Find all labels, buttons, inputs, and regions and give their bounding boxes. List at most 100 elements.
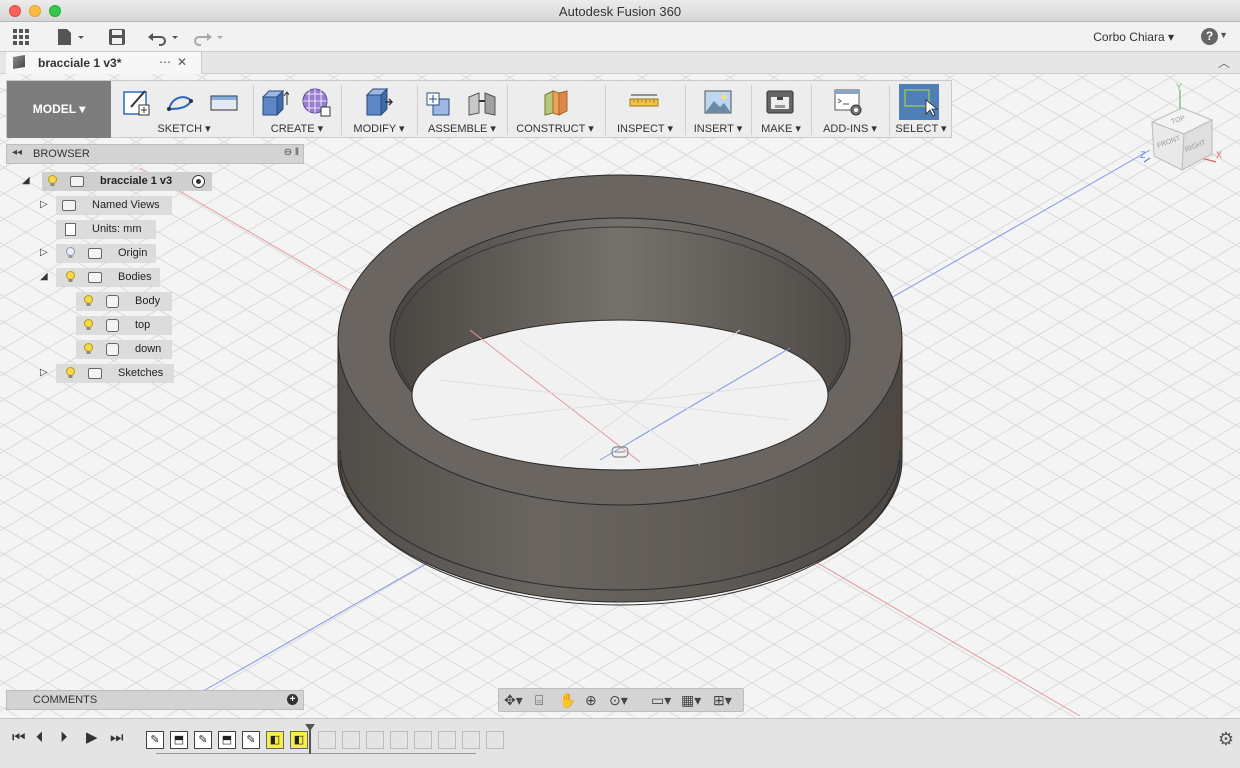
new-component-icon[interactable] [425,87,455,117]
bodies-expand-icon[interactable]: ◢ [40,271,48,282]
select-group-label[interactable]: SELECT ▾ [891,122,951,135]
offset-plane-icon[interactable] [541,87,571,117]
visibility-bulb-icon[interactable] [84,319,93,331]
modify-group-label[interactable]: MODIFY ▾ [343,122,415,135]
sketch-group-label[interactable]: SKETCH ▾ [117,122,251,135]
press-pull-icon[interactable] [363,87,393,117]
comments-panel-header[interactable]: COMMENTS + [6,690,304,710]
insert-image-icon[interactable] [703,87,733,117]
create-group[interactable]: CREATE ▾ [255,81,339,138]
timeline-future-feature[interactable] [318,731,336,749]
timeline-future-feature[interactable] [366,731,384,749]
assemble-group-label[interactable]: ASSEMBLE ▾ [419,122,505,135]
timeline-previous-icon[interactable]: ⏴ [36,729,44,747]
add-comment-icon[interactable]: + [287,694,298,705]
browser-body-item[interactable]: top [76,316,172,335]
visibility-bulb-icon[interactable] [48,175,57,187]
timeline-next-icon[interactable]: ▶ [86,729,98,747]
browser-sketches[interactable]: Sketches [56,364,174,383]
make-group[interactable]: MAKE ▾ [753,81,809,138]
timeline-feature-extrude[interactable]: ⬒ [170,731,188,749]
document-tab[interactable]: bracciale 1 v3* ⋯✕ [6,52,202,74]
modify-group[interactable]: MODIFY ▾ [343,81,415,138]
timeline-future-feature[interactable] [486,731,504,749]
redo-icon[interactable] [191,28,225,46]
inspect-group-label[interactable]: INSPECT ▾ [607,122,683,135]
timeline-feature-split[interactable]: ◧ [290,731,308,749]
hidden-bulb-icon[interactable] [66,247,75,259]
browser-body-item[interactable]: down [76,340,172,359]
timeline-future-feature[interactable] [390,731,408,749]
zoom-icon[interactable]: ⊕ [585,692,597,708]
line-sketch-icon[interactable] [165,87,195,117]
help-button[interactable]: ? [1201,28,1218,45]
create-sketch-icon[interactable] [121,87,151,117]
browser-panel-header[interactable]: ◂◂ BROWSER ⊖ ‖ [6,144,304,164]
browser-root-node[interactable]: bracciale 1 v3 [42,172,212,191]
browser-units[interactable]: Units: mm [56,220,156,239]
browser-body-item[interactable]: Body [76,292,172,311]
viewports-icon[interactable]: ⊞▾ [713,692,732,708]
timeline-future-feature[interactable] [462,731,480,749]
display-settings-icon[interactable]: ▭▾ [651,692,671,708]
zoom-window-icon[interactable]: ⊙▾ [609,692,628,708]
timeline-future-feature[interactable] [438,731,456,749]
measure-icon[interactable] [629,87,659,117]
file-menu-icon[interactable] [56,28,86,46]
timeline-feature-sketch[interactable]: ✎ [146,731,164,749]
browser-origin[interactable]: Origin [56,244,156,263]
timeline-future-feature[interactable] [342,731,360,749]
tab-options-icon[interactable]: ⋯ [159,55,177,69]
orbit-icon[interactable]: ✥▾ [504,692,523,708]
select-group[interactable]: SELECT ▾ [891,81,951,138]
select-tool-icon[interactable] [899,84,939,120]
timeline-marker[interactable] [305,724,315,754]
construct-group[interactable]: CONSTRUCT ▾ [509,81,601,138]
timeline-feature-extrude[interactable]: ⬒ [218,731,236,749]
user-account-menu[interactable]: Corbo Chiara ▾ [1093,30,1174,44]
undo-icon[interactable] [147,28,181,46]
grid-settings-icon[interactable]: ▦▾ [681,692,701,708]
3d-print-icon[interactable] [765,87,795,117]
save-icon[interactable] [108,28,126,46]
collapse-browser-icon[interactable]: ◂◂ [12,147,22,158]
browser-named-views[interactable]: Named Views [56,196,172,215]
activate-component-icon[interactable] [192,175,205,188]
sketch-group[interactable]: SKETCH ▾ [117,81,251,138]
timeline-future-feature[interactable] [414,731,432,749]
inspect-group[interactable]: INSPECT ▾ [607,81,683,138]
root-expand-icon[interactable]: ◢ [22,175,30,186]
construct-group-label[interactable]: CONSTRUCT ▾ [509,122,601,135]
sketches-expand-icon[interactable]: ▷ [40,367,48,378]
timeline-feature-split[interactable]: ◧ [266,731,284,749]
add-ins-group-label[interactable]: ADD-INS ▾ [813,122,887,135]
timeline-feature-sketch[interactable]: ✎ [242,731,260,749]
timeline-last-icon[interactable]: ⏭ [110,729,124,747]
browser-bodies[interactable]: Bodies [56,268,160,287]
assemble-group[interactable]: ASSEMBLE ▾ [419,81,505,138]
rectangle-sketch-icon[interactable] [209,87,239,117]
named-views-expand-icon[interactable]: ▷ [40,199,48,210]
browser-toggle-icon[interactable]: ⊖ ‖ [284,147,299,158]
collapse-toolbar-icon[interactable]: ︿ [1218,54,1230,71]
timeline-settings-gear-icon[interactable]: ⚙ [1218,729,1234,750]
pan-hand-icon[interactable]: ✋ [559,692,576,708]
canvas-viewport[interactable]: TOP FRONT RIGHT Y X Z [0,74,1240,718]
help-caret-icon[interactable]: ▼ [1219,30,1228,40]
origin-expand-icon[interactable]: ▷ [40,247,48,258]
insert-group-label[interactable]: INSERT ▾ [687,122,749,135]
look-at-icon[interactable]: ⌸ [535,692,543,708]
timeline-feature-sketch[interactable]: ✎ [194,731,212,749]
visibility-bulb-icon[interactable] [66,367,75,379]
scripts-addins-icon[interactable] [833,87,863,117]
form-icon[interactable] [301,87,331,117]
timeline-first-icon[interactable]: ⏮ [12,729,26,747]
timeline-play-icon[interactable]: ⏵ [60,729,68,747]
insert-group[interactable]: INSERT ▾ [687,81,749,138]
create-group-label[interactable]: CREATE ▾ [255,122,339,135]
visibility-bulb-icon[interactable] [84,295,93,307]
make-group-label[interactable]: MAKE ▾ [753,122,809,135]
visibility-bulb-icon[interactable] [66,271,75,283]
add-ins-group[interactable]: ADD-INS ▾ [813,81,887,138]
visibility-bulb-icon[interactable] [84,343,93,355]
